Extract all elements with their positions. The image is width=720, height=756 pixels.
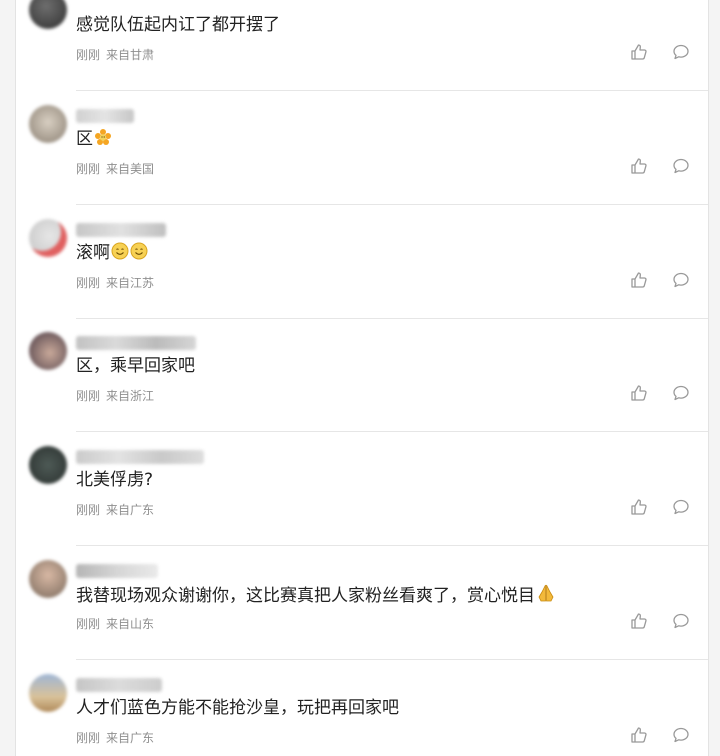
avatar[interactable] [29,560,67,598]
username[interactable] [76,336,196,350]
speech-bubble-icon[interactable] [672,726,690,744]
speech-bubble-icon[interactable] [672,271,690,289]
avatar[interactable] [29,105,67,143]
comment-actions [630,498,690,516]
username[interactable] [76,450,204,464]
avatar[interactable] [29,674,67,712]
comment-item: 人才们蓝色方能不能抢沙皇，玩把再回家吧 刚刚 来自广东 [16,660,708,756]
avatar[interactable] [29,446,67,484]
speech-bubble-icon[interactable] [672,498,690,516]
thumbs-up-icon[interactable] [630,498,648,516]
comment-item: 北美俘虏? 刚刚 来自广东 [16,432,708,546]
comment-item: 区，乘早回家吧 刚刚 来自浙江 [16,318,708,432]
speech-bubble-icon[interactable] [672,612,690,630]
thumbs-up-icon[interactable] [630,726,648,744]
comment-time: 刚刚 [76,731,101,745]
comment-actions [630,384,690,402]
thumbs-up-icon[interactable] [630,157,648,175]
username[interactable] [76,564,158,578]
avatar[interactable] [29,332,67,370]
comment-location: 来自江苏 [106,276,155,290]
comment-meta: 刚刚 来自甘肃 [76,46,160,63]
comment-time: 刚刚 [76,503,101,517]
comment-item: 我替现场观众谢谢你，这比赛真把人家粉丝看爽了，赏心悦目 刚刚 来自山东 [16,546,708,660]
comment-meta: 刚刚 来自山东 [76,615,160,632]
username[interactable] [76,678,162,692]
comment-text: 滚啊 [76,242,148,264]
comment-meta: 刚刚 来自广东 [76,501,160,518]
pray-emoji [538,584,554,602]
thumbs-up-icon[interactable] [630,384,648,402]
comment-meta: 刚刚 来自浙江 [76,387,160,404]
comment-item: 区 刚刚 来自美国 [16,91,708,205]
thumbs-up-icon[interactable] [630,612,648,630]
comment-actions [630,612,690,630]
speech-bubble-icon[interactable] [672,157,690,175]
comment-location: 来自山东 [106,617,155,631]
smile-emoji [130,242,148,260]
comment-text: 北美俘虏? [76,470,154,490]
comment-text: 人才们蓝色方能不能抢沙皇，玩把再回家吧 [76,698,399,718]
flower-emoji [95,129,111,145]
comment-item: 感觉队伍起内讧了都开摆了 刚刚 来自甘肃 [16,0,708,91]
comment-time: 刚刚 [76,389,101,403]
comment-text: 区 [76,128,112,150]
avatar[interactable] [29,219,67,257]
comment-time: 刚刚 [76,617,101,631]
comment-location: 来自甘肃 [106,48,155,62]
thumbs-up-icon[interactable] [630,43,648,61]
smile-emoji [111,242,129,260]
comment-meta: 刚刚 来自江苏 [76,274,160,291]
comment-text: 区，乘早回家吧 [76,356,195,376]
comment-actions [630,157,690,175]
comment-location: 来自美国 [106,162,155,176]
comment-text: 我替现场观众谢谢你，这比赛真把人家粉丝看爽了，赏心悦目 [76,583,556,607]
comment-location: 来自广东 [106,503,155,517]
comment-meta: 刚刚 来自广东 [76,729,160,746]
comment-text: 感觉队伍起内讧了都开摆了 [76,15,280,35]
comment-actions [630,726,690,744]
comment-item: 滚啊 刚刚 来自江苏 [16,205,708,319]
speech-bubble-icon[interactable] [672,384,690,402]
comment-actions [630,43,690,61]
username[interactable] [76,109,134,123]
comment-list: 感觉队伍起内讧了都开摆了 刚刚 来自甘肃 区 刚刚 来自美国 滚啊 刚刚 来自江苏 [15,0,709,756]
comment-location: 来自广东 [106,731,155,745]
comment-location: 来自浙江 [106,389,155,403]
comment-actions [630,271,690,289]
comment-time: 刚刚 [76,48,101,62]
speech-bubble-icon[interactable] [672,43,690,61]
comment-time: 刚刚 [76,276,101,290]
comment-time: 刚刚 [76,162,101,176]
username[interactable] [76,223,166,237]
thumbs-up-icon[interactable] [630,271,648,289]
avatar[interactable] [29,0,67,29]
comment-meta: 刚刚 来自美国 [76,160,160,177]
